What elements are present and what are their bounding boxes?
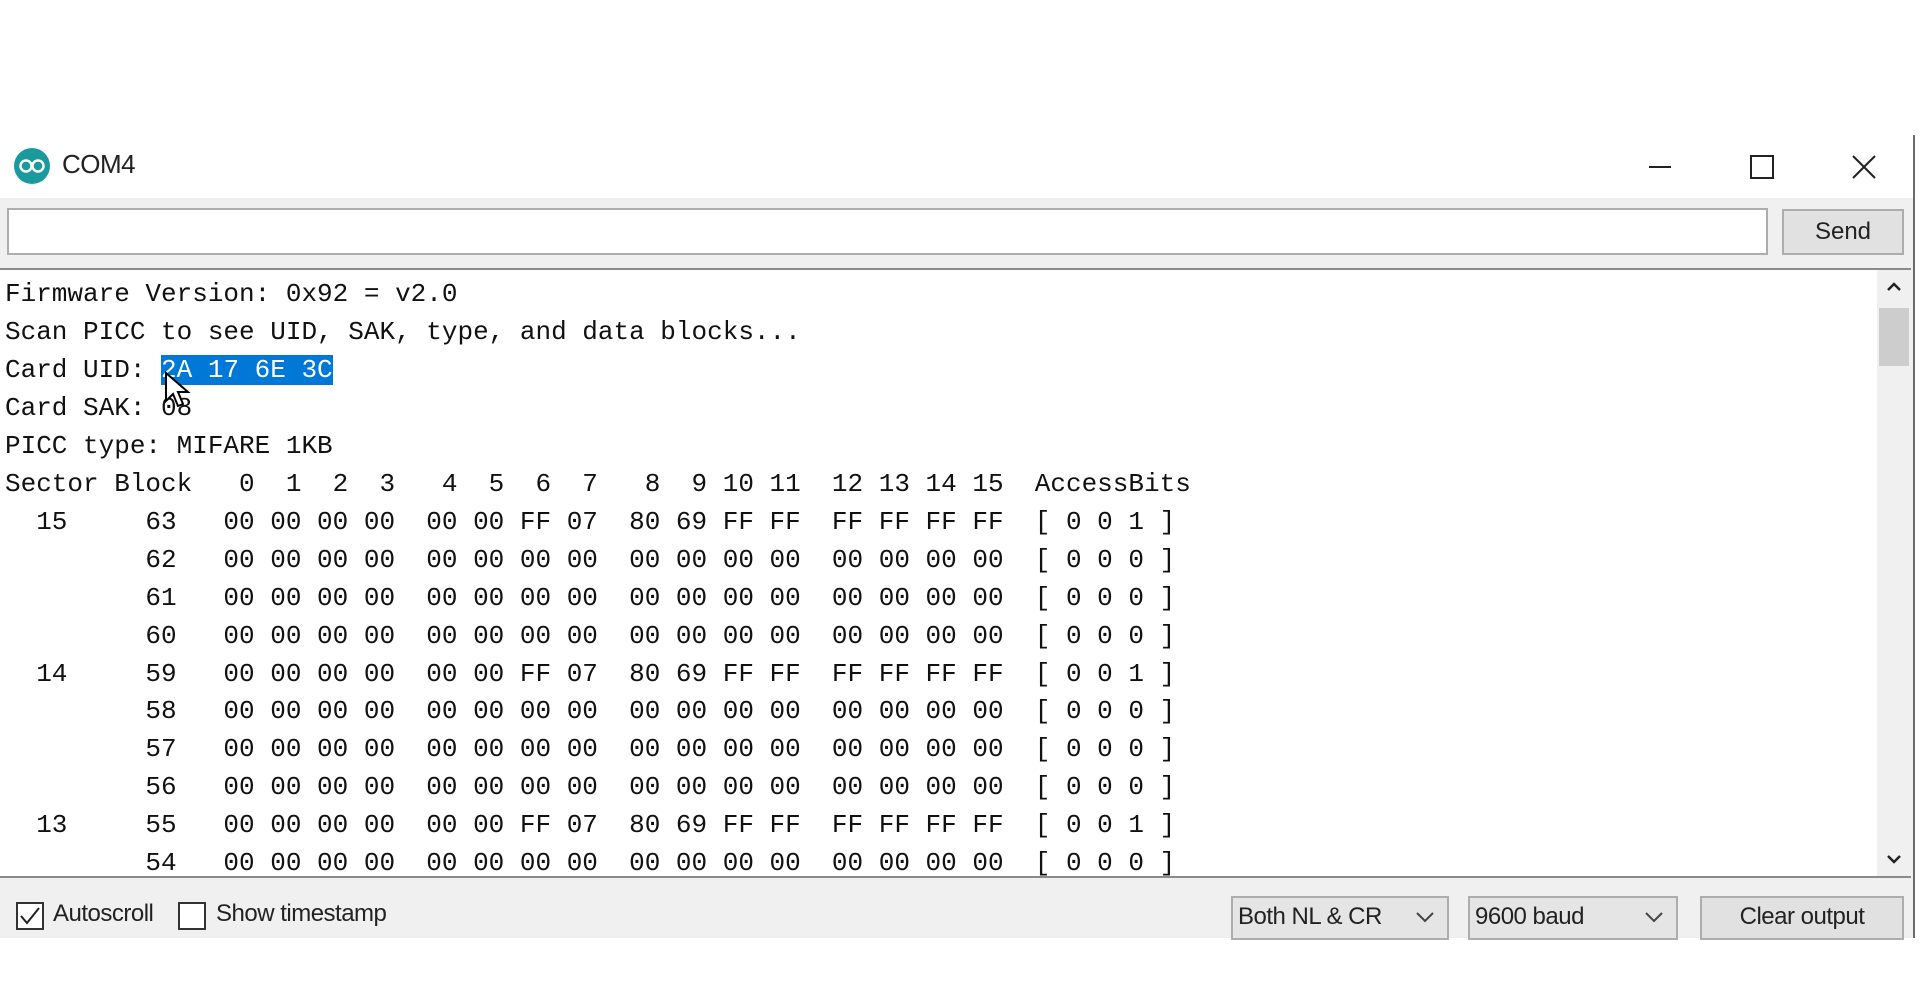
minimize-icon [1649, 165, 1671, 168]
chevron-down-icon [1645, 912, 1663, 923]
maximize-button[interactable] [1712, 135, 1812, 198]
show-timestamp-checkbox[interactable] [178, 902, 206, 930]
mouse-cursor-icon [165, 371, 191, 408]
scroll-up-button[interactable] [1877, 270, 1911, 304]
line-ending-dropdown[interactable]: Both NL & CR [1231, 896, 1449, 940]
serial-monitor-window: COM4 Send Firmware Version: 0x92 = v2.0 … [0, 135, 1915, 940]
clear-output-button[interactable]: Clear output [1700, 896, 1904, 940]
chevron-down-icon [1887, 855, 1901, 864]
serial-output[interactable]: Firmware Version: 0x92 = v2.0 Scan PICC … [0, 268, 1911, 878]
title-bar[interactable]: COM4 [0, 135, 1913, 198]
output-text: Firmware Version: 0x92 = v2.0 Scan PICC … [5, 276, 1191, 878]
close-button[interactable] [1814, 135, 1914, 198]
chevron-down-icon [1416, 912, 1434, 923]
checkmark-icon [20, 907, 40, 925]
window-title: COM4 [62, 149, 136, 179]
minimize-button[interactable] [1610, 135, 1710, 198]
chevron-up-icon [1887, 282, 1901, 291]
output-lines-after: Card SAK: 08 PICC type: MIFARE 1KB Secto… [5, 392, 1191, 878]
uid-label: Card UID: [5, 354, 162, 385]
line-ending-value: Both NL & CR [1238, 903, 1382, 930]
baud-rate-value: 9600 baud [1475, 903, 1584, 930]
maximize-icon [1750, 154, 1774, 179]
autoscroll-label: Autoscroll [53, 900, 154, 927]
send-button[interactable]: Send [1782, 209, 1904, 255]
vertical-scrollbar[interactable] [1877, 270, 1911, 876]
output-lines-before: Firmware Version: 0x92 = v2.0 Scan PICC … [5, 279, 801, 347]
scroll-down-button[interactable] [1877, 842, 1911, 876]
baud-rate-dropdown[interactable]: 9600 baud [1468, 896, 1678, 940]
scrollbar-thumb[interactable] [1879, 308, 1909, 366]
footer-bar: Autoscroll Show timestamp Both NL & CR 9… [0, 878, 1913, 940]
arduino-icon [14, 148, 50, 184]
send-row: Send [0, 198, 1913, 268]
show-timestamp-label: Show timestamp [216, 900, 387, 927]
serial-input[interactable] [7, 208, 1768, 255]
autoscroll-checkbox[interactable] [16, 902, 44, 930]
close-icon [1852, 154, 1876, 179]
